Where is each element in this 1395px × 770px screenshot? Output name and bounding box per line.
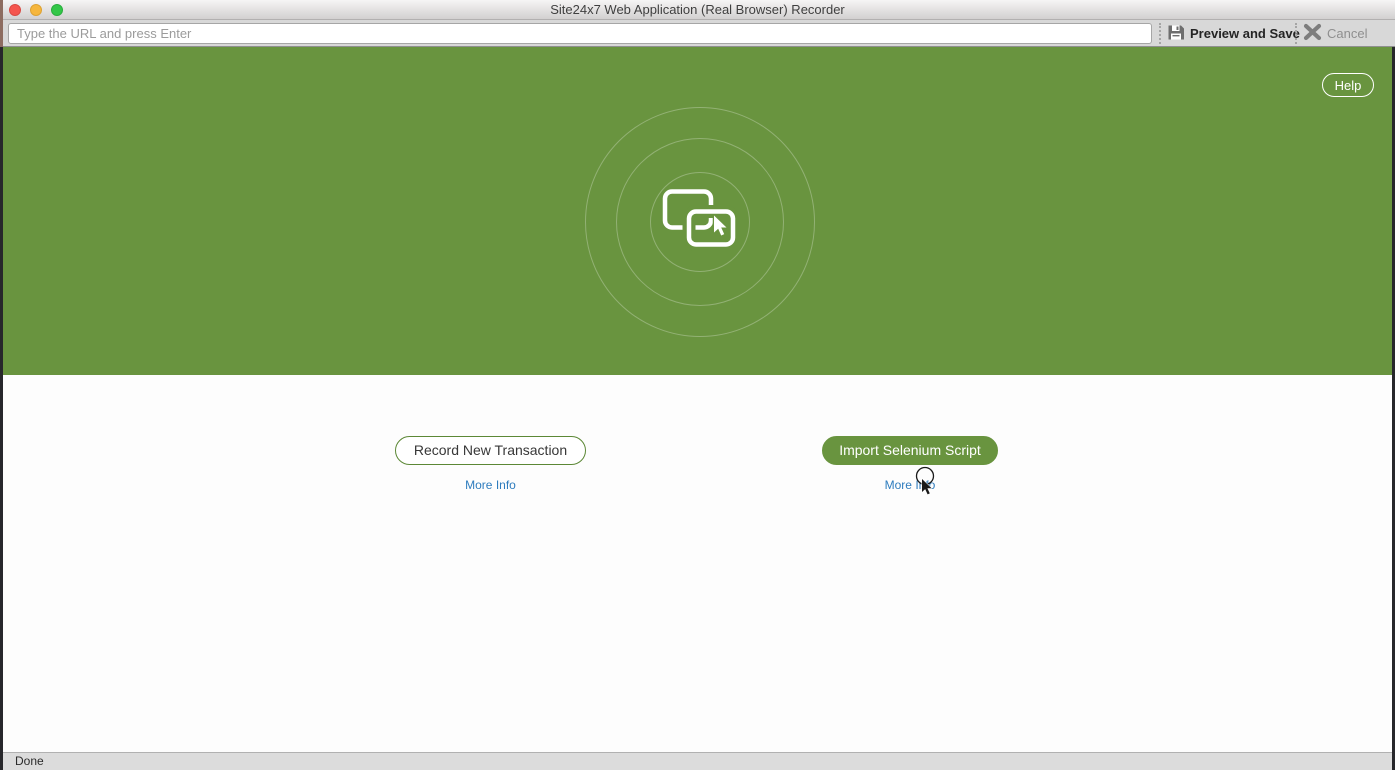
record-new-transaction-button[interactable]: Record New Transaction: [395, 436, 586, 465]
toolbar: Preview and Save Cancel: [0, 20, 1395, 47]
more-info-link-record[interactable]: More Info: [395, 478, 586, 492]
preview-and-save-label: Preview and Save: [1190, 26, 1300, 41]
main-content: Help Record New Transaction Import Selen…: [3, 47, 1392, 770]
window-edge-top-left: [0, 0, 3, 47]
hero-banner: Help: [3, 47, 1392, 375]
cancel-button[interactable]: Cancel: [1303, 20, 1367, 47]
toolbar-separator: [1295, 23, 1297, 44]
status-text: Done: [15, 754, 44, 768]
x-icon: [1303, 23, 1322, 44]
save-floppy-icon: [1167, 24, 1185, 44]
window-edge-left: [0, 47, 3, 770]
cancel-label: Cancel: [1327, 26, 1367, 41]
window-title: Site24x7 Web Application (Real Browser) …: [0, 0, 1395, 19]
title-bar: Site24x7 Web Application (Real Browser) …: [0, 0, 1395, 20]
status-bar: Done: [3, 752, 1395, 770]
url-input[interactable]: [8, 23, 1152, 44]
record-screens-cursor-icon: [662, 189, 738, 256]
import-selenium-script-button[interactable]: Import Selenium Script: [822, 436, 998, 465]
more-info-link-import[interactable]: More Info: [822, 478, 998, 492]
help-button[interactable]: Help: [1322, 73, 1374, 97]
preview-and-save-button[interactable]: Preview and Save: [1167, 20, 1300, 47]
toolbar-separator: [1159, 23, 1161, 44]
